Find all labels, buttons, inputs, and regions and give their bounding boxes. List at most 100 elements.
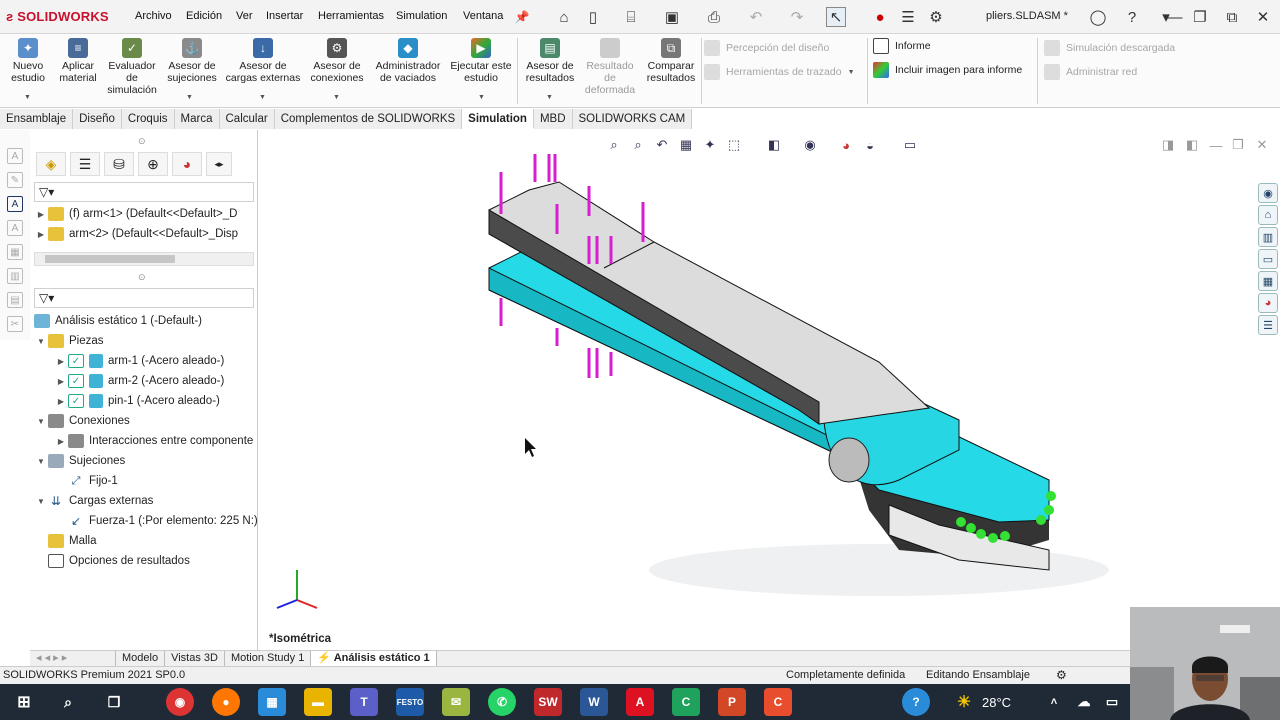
tree-connections-child[interactable]: ▶ Interacciones entre componente — [30, 431, 258, 451]
tab-motion-study[interactable]: Motion Study 1 — [225, 651, 312, 666]
minimize-button[interactable]: — — [1163, 6, 1187, 28]
tab-marca[interactable]: Marca — [174, 109, 220, 129]
strip-tool-icon[interactable]: ✎ — [7, 172, 23, 188]
loads-dropdown-icon[interactable]: ▼ — [259, 94, 266, 101]
tree-item[interactable]: ▶ arm<2> (Default<<Default>_Disp — [34, 224, 254, 244]
menu-simulation[interactable]: Simulation — [396, 10, 447, 22]
home-pane-icon[interactable]: ⌂ — [1258, 205, 1278, 225]
collapse-arrow-icon[interactable]: ▼ — [34, 457, 48, 466]
camtasia-icon[interactable]: C — [672, 688, 700, 716]
graphics-viewport[interactable]: ⌕ ⌕ ↶ ▦ ✦ ⬚ ◧ ◉ ◕ ◒ ▭ ◨ ◧ — ❐ ✕ *Isométr… — [259, 130, 1280, 650]
file-explorer-icon[interactable]: ▭ — [1258, 249, 1278, 269]
menu-ver[interactable]: Ver — [236, 10, 253, 22]
expand-arrow-icon[interactable]: ▶ — [34, 210, 48, 219]
user-icon[interactable]: ◯ — [1088, 7, 1108, 27]
undo-icon[interactable]: ↶ — [746, 7, 766, 27]
expand-arrow-icon[interactable]: ▶ — [54, 377, 68, 386]
tile-window-button[interactable]: ⧉ — [1220, 6, 1244, 28]
strip-tool-icon[interactable]: A — [7, 148, 23, 164]
run-dropdown-icon[interactable]: ▼ — [478, 94, 485, 101]
file-properties-icon[interactable]: ☰ — [898, 7, 918, 27]
deformed-result-button[interactable]: Resultado de deformada — [582, 38, 638, 96]
menu-insertar[interactable]: Insertar — [266, 10, 303, 22]
print-icon[interactable]: ⎙ — [704, 7, 724, 27]
expand-arrow-icon[interactable]: ▶ — [54, 357, 68, 366]
new-study-dropdown-icon[interactable]: ▼ — [24, 94, 31, 101]
menu-archivo[interactable]: Archivo — [135, 10, 172, 22]
options-gear-icon[interactable]: ⚙ — [926, 7, 946, 27]
firefox-icon[interactable]: ● — [212, 688, 240, 716]
connections-advisor-button[interactable]: ⚙ Asesor de conexiones — [306, 38, 368, 84]
study-filter-input[interactable]: ▽▾ — [34, 288, 254, 308]
tree-mesh[interactable]: Malla — [30, 531, 258, 551]
manage-network-button[interactable]: Administrar red — [1044, 64, 1137, 80]
display-manager-tab-icon[interactable]: ◕ — [172, 152, 202, 176]
tab-simulation[interactable]: Simulation — [462, 109, 534, 129]
panel-grip-icon[interactable]: ⊙ — [138, 136, 146, 147]
strip-tool-icon[interactable]: ▦ — [7, 244, 23, 260]
restore-button[interactable]: ❐ — [1188, 6, 1212, 28]
recorder-icon[interactable]: C — [764, 688, 792, 716]
simulation-evaluator-button[interactable]: ✓ Evaluador de simulación — [104, 38, 160, 96]
tree-load-item[interactable]: ↙ Fuerza-1 (:Por elemento: 225 N:) — [30, 511, 258, 531]
powerpoint-icon[interactable]: P — [718, 688, 746, 716]
tab-calcular[interactable]: Calcular — [219, 109, 275, 129]
expand-arrow-icon[interactable]: ▶ — [54, 397, 68, 406]
acrobat-icon[interactable]: A — [626, 688, 654, 716]
save-icon[interactable]: ▣ — [662, 7, 682, 27]
view-palette-icon[interactable]: ▦ — [1258, 271, 1278, 291]
pliers-model-render[interactable] — [259, 130, 1259, 650]
external-loads-advisor-button[interactable]: ↓ Asesor de cargas externas — [224, 38, 302, 84]
dimxpert-tab-icon[interactable]: ⊕ — [138, 152, 168, 176]
feature-tree-tab-icon[interactable]: ◈ — [36, 152, 66, 176]
tab-mbd[interactable]: MBD — [533, 109, 573, 129]
word-icon[interactable]: W — [580, 688, 608, 716]
tab-diseno[interactable]: Diseño — [73, 109, 122, 129]
tree-loads[interactable]: ▼ ⇊ Cargas externas — [30, 491, 258, 511]
rebuild-icon[interactable]: ⚙ — [1056, 668, 1067, 682]
strip-tool-icon[interactable]: ▥ — [7, 268, 23, 284]
tree-fixture-item[interactable]: ⤢ Fijo-1 — [30, 471, 258, 491]
panel-grip-icon[interactable]: ⊙ — [138, 272, 146, 283]
new-study-button[interactable]: ✦ Nuevo estudio — [6, 38, 50, 84]
tree-parts[interactable]: ▼ Piezas — [30, 331, 258, 351]
tab-scroll-icon[interactable]: ◂▸ — [206, 152, 232, 176]
connections-dropdown-icon[interactable]: ▼ — [333, 94, 340, 101]
close-button[interactable]: ✕ — [1251, 6, 1275, 28]
tab-analisis-estatico[interactable]: ⚡ Análisis estático 1 — [311, 651, 437, 666]
config-manager-tab-icon[interactable]: ⛁ — [104, 152, 134, 176]
collapse-arrow-icon[interactable]: ▼ — [34, 337, 48, 346]
custom-properties-icon[interactable]: ☰ — [1258, 315, 1278, 335]
tab-vistas-3d[interactable]: Vistas 3D — [165, 651, 225, 666]
open-folder-icon[interactable]: ⌸ — [621, 7, 641, 27]
tab-modelo[interactable]: Modelo — [116, 651, 166, 666]
compare-results-button[interactable]: ⧉ Comparar resultados — [642, 38, 700, 84]
feature-filter-input[interactable]: ▽▾ — [34, 182, 254, 202]
traffic-light-icon[interactable]: ● — [870, 7, 890, 27]
strip-tool-icon[interactable]: ▤ — [7, 292, 23, 308]
chrome-icon[interactable]: ◉ — [166, 688, 194, 716]
windows-start-icon[interactable]: ⊞ — [10, 688, 38, 716]
onedrive-icon[interactable]: ☁ — [1070, 688, 1098, 716]
tab-scroll-arrows[interactable]: ◂ ◂ ▸ ▸ — [30, 651, 116, 666]
strip-tool-icon[interactable]: ✂ — [7, 316, 23, 332]
menu-edicion[interactable]: Edición — [186, 10, 222, 22]
network-icon[interactable]: ▭ — [1098, 688, 1126, 716]
apply-material-button[interactable]: ≡ Aplicar material — [54, 38, 102, 84]
results-advisor-button[interactable]: ▤ Asesor de resultados — [522, 38, 578, 84]
collapse-arrow-icon[interactable]: ▼ — [34, 497, 48, 506]
help-tray-icon[interactable]: ? — [902, 688, 930, 716]
store-icon[interactable]: ▦ — [258, 688, 286, 716]
menu-ventana[interactable]: Ventana — [463, 10, 503, 22]
plot-tools-button[interactable]: Herramientas de trazado ▼ — [704, 64, 855, 80]
collapse-arrow-icon[interactable]: ▼ — [34, 417, 48, 426]
task-view-icon[interactable]: ❐ — [100, 688, 128, 716]
select-cursor-icon[interactable]: ↖ — [826, 7, 846, 27]
tray-overflow-icon[interactable]: ˄ — [1040, 688, 1068, 716]
scrollbar-thumb[interactable] — [45, 255, 175, 263]
strip-tool-icon[interactable]: A — [7, 220, 23, 236]
tree-results-options[interactable]: Opciones de resultados — [30, 551, 258, 571]
shell-manager-button[interactable]: ◆ Administrador de vaciados — [372, 38, 444, 84]
tree-connections[interactable]: ▼ Conexiones — [30, 411, 258, 431]
tab-ensamblaje[interactable]: Ensamblaje — [0, 109, 74, 129]
